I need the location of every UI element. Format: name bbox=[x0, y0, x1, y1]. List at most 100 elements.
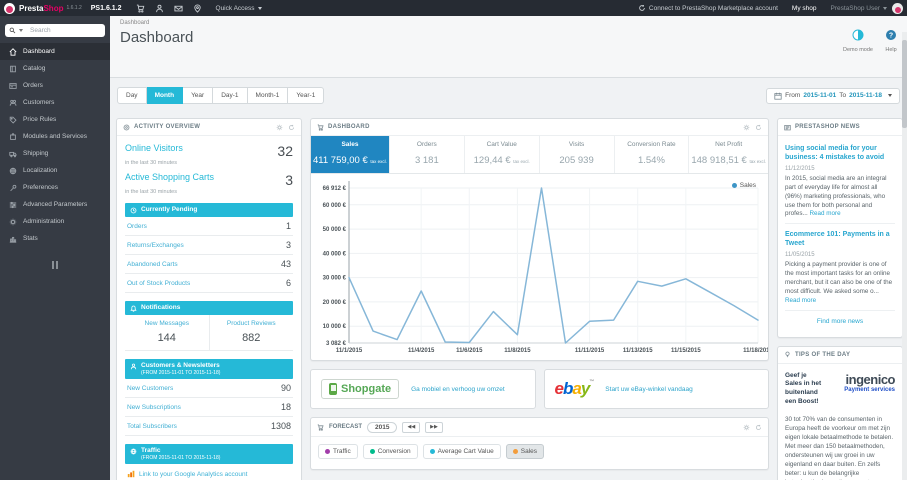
bar-chart-icon bbox=[9, 235, 17, 243]
gear-icon[interactable] bbox=[743, 124, 750, 131]
sidebar-item-dashboard[interactable]: Dashboard bbox=[0, 43, 110, 60]
gear-icon[interactable] bbox=[276, 124, 283, 131]
metric-sales[interactable]: Sales 411 759,00 € tax excl. bbox=[311, 136, 390, 173]
scrollbar-thumb[interactable] bbox=[902, 40, 907, 128]
legend-conversion-button[interactable]: Conversion bbox=[362, 444, 418, 459]
shopgate-banner[interactable]: Shopgate Ga mobiel en verhoog uw omzet bbox=[310, 369, 536, 409]
scrollbar[interactable] bbox=[902, 32, 907, 480]
refresh-icon bbox=[638, 4, 646, 12]
legend-average-cart-value-button[interactable]: Average Cart Value bbox=[422, 444, 501, 459]
user-icon[interactable] bbox=[155, 4, 164, 13]
news-article: Using social media for your business: 4 … bbox=[785, 138, 895, 225]
sidebar-item-localization[interactable]: Localization bbox=[0, 162, 110, 179]
sidebar-item-label: Orders bbox=[23, 82, 43, 89]
customers-row-total-subscribers: Total Subscribers 1308 bbox=[125, 417, 293, 436]
sidebar-search[interactable] bbox=[5, 24, 105, 37]
chart-legend: Sales bbox=[731, 182, 756, 189]
help-icon: ? bbox=[886, 30, 896, 40]
sidebar-item-customers[interactable]: Customers bbox=[0, 94, 110, 111]
marketplace-link[interactable]: Connect to PrestaShop Marketplace accoun… bbox=[638, 4, 778, 12]
sidebar-item-catalog[interactable]: Catalog bbox=[0, 60, 110, 77]
cart-icon[interactable] bbox=[136, 4, 145, 13]
legend-sales-button[interactable]: Sales bbox=[505, 444, 544, 459]
sidebar-item-advanced-parameters[interactable]: Advanced Parameters bbox=[0, 196, 110, 213]
quick-access-menu[interactable]: Quick Access bbox=[216, 5, 262, 12]
pin-icon[interactable] bbox=[193, 4, 202, 13]
demo-mode-toggle[interactable]: Demo mode bbox=[843, 28, 873, 53]
avatar[interactable] bbox=[892, 2, 903, 14]
my-shop-link[interactable]: My shop bbox=[792, 5, 817, 12]
chevron-down-icon[interactable] bbox=[19, 29, 23, 32]
sidebar-item-label: Customers bbox=[23, 99, 55, 106]
filter-day-1-button[interactable]: Day-1 bbox=[213, 87, 248, 104]
svg-text:11/15/2015: 11/15/2015 bbox=[671, 348, 701, 354]
metric-orders[interactable]: Orders 3 181 bbox=[390, 136, 465, 173]
chevron-down-icon bbox=[888, 94, 892, 97]
filter-month-button[interactable]: Month bbox=[146, 87, 184, 104]
traffic-header: Traffic (FROM 2015-11-01 TO 2015-11-18) bbox=[125, 444, 293, 464]
brand-name: PrestaShop bbox=[19, 3, 64, 13]
shopgate-link[interactable]: Ga mobiel en verhoog uw omzet bbox=[411, 386, 505, 393]
sidebar-item-modules[interactable]: Modules and Services bbox=[0, 128, 110, 145]
read-more-link[interactable]: Read more bbox=[810, 210, 841, 217]
find-more-news-link[interactable]: Find more news bbox=[785, 311, 895, 333]
article-title-link[interactable]: Using social media for your business: 4 … bbox=[785, 144, 895, 162]
refresh-icon[interactable] bbox=[755, 124, 762, 131]
help-button[interactable]: ? Help bbox=[885, 28, 897, 53]
forecast-prev-button[interactable]: ◀◀ bbox=[402, 421, 421, 433]
activity-overview-panel: ACTIVITY OVERVIEW Online Visitors 32 in … bbox=[116, 118, 302, 480]
product-reviews-cell[interactable]: Product Reviews 882 bbox=[210, 315, 294, 350]
search-input[interactable] bbox=[28, 26, 101, 35]
date-range-picker[interactable]: From 2015-11-01 To 2015-11-18 bbox=[766, 87, 900, 104]
forecast-next-button[interactable]: ▶▶ bbox=[425, 421, 443, 433]
target-icon bbox=[123, 124, 130, 131]
online-visitors-value: 32 bbox=[277, 143, 293, 159]
clock-icon bbox=[130, 207, 137, 214]
sidebar-item-preferences[interactable]: Preferences bbox=[0, 179, 110, 196]
mail-icon[interactable] bbox=[174, 4, 183, 13]
active-carts-link[interactable]: Active Shopping Carts bbox=[125, 172, 214, 182]
breadcrumb[interactable]: Dashboard bbox=[120, 20, 907, 26]
ebay-banner[interactable]: ebay™ Start uw eBay-winkel vandaag bbox=[543, 369, 769, 409]
svg-text:60 000 €: 60 000 € bbox=[323, 203, 347, 209]
online-visitors-link[interactable]: Online Visitors bbox=[125, 143, 183, 153]
sidebar-nav: Dashboard Catalog Orders Customers Price… bbox=[0, 43, 110, 247]
svg-text:30 000 €: 30 000 € bbox=[323, 276, 347, 282]
sidebar-item-shipping[interactable]: Shipping bbox=[0, 145, 110, 162]
ps-version: PS1.6.1.2 bbox=[90, 4, 122, 12]
ingenico-logo: ingenico Payment services bbox=[844, 371, 895, 393]
filter-year-button[interactable]: Year bbox=[183, 87, 214, 104]
brand-version: 1.6.1.2 bbox=[66, 5, 82, 11]
filter-month-1-button[interactable]: Month-1 bbox=[247, 87, 289, 104]
new-messages-cell[interactable]: New Messages 144 bbox=[125, 315, 210, 350]
metric-net-profit[interactable]: Net Profit 148 918,51 € tax excl. bbox=[689, 136, 768, 173]
google-analytics-link[interactable]: Link to your Google Analytics account bbox=[125, 464, 293, 480]
filter-day-button[interactable]: Day bbox=[117, 87, 147, 104]
page-title: Dashboard bbox=[120, 29, 194, 46]
ebay-link[interactable]: Start uw eBay-winkel vandaag bbox=[605, 386, 692, 393]
sidebar-collapse-button[interactable] bbox=[49, 261, 61, 269]
sales-chart: 66 912 € 60 000 € 50 000 € 40 000 € 30 000 €… bbox=[311, 174, 768, 360]
pending-row-abandoned-carts: Abandoned Carts 43 bbox=[125, 255, 293, 274]
metric-conversion-rate[interactable]: Conversion Rate 1.54% bbox=[615, 136, 690, 173]
cart-icon bbox=[317, 124, 324, 131]
article-title-link[interactable]: Ecommerce 101: Payments in a Tweet bbox=[785, 230, 895, 248]
legend-traffic-button[interactable]: Traffic bbox=[318, 444, 358, 459]
filter-year-1-button[interactable]: Year-1 bbox=[288, 87, 325, 104]
refresh-icon[interactable] bbox=[288, 124, 295, 131]
sidebar-item-price-rules[interactable]: Price Rules bbox=[0, 111, 110, 128]
news-icon bbox=[784, 124, 791, 131]
metric-cart-value[interactable]: Cart Value 129,44 € tax excl. bbox=[465, 136, 540, 173]
read-more-link[interactable]: Read more bbox=[785, 297, 816, 304]
sidebar-item-stats[interactable]: Stats bbox=[0, 230, 110, 247]
metric-visits[interactable]: Visits 205 939 bbox=[540, 136, 615, 173]
pending-row-out-of-stock: Out of Stock Products 6 bbox=[125, 274, 293, 293]
sidebar-item-orders[interactable]: Orders bbox=[0, 77, 110, 94]
sidebar-item-administration[interactable]: Administration bbox=[0, 213, 110, 230]
svg-text:11/6/2015: 11/6/2015 bbox=[456, 348, 483, 354]
globe-icon bbox=[9, 167, 17, 175]
refresh-icon[interactable] bbox=[755, 424, 762, 431]
gear-icon[interactable] bbox=[743, 424, 750, 431]
user-menu[interactable]: PrestaShop User bbox=[831, 5, 887, 12]
svg-text:?: ? bbox=[889, 32, 893, 39]
